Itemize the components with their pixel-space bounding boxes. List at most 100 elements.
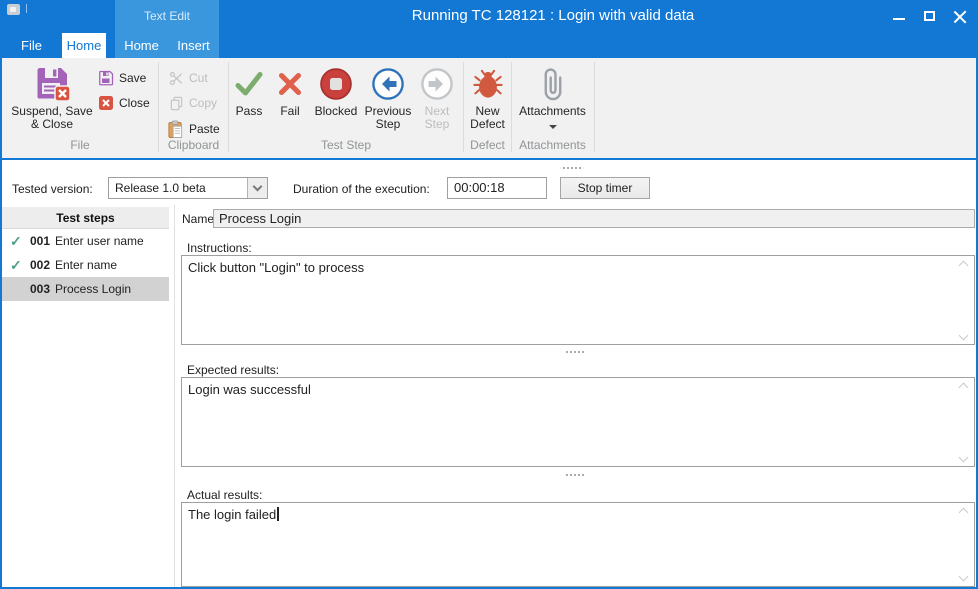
dropdown-caret-icon [549, 125, 557, 129]
test-steps-header: Test steps [2, 207, 169, 229]
blocked-button[interactable]: Blocked [311, 60, 361, 118]
ribbon-group-attachments: Attachments Attachments [512, 60, 593, 154]
paperclip-icon [542, 65, 564, 103]
step-number: 001 [30, 229, 50, 253]
previous-step-button[interactable]: Previous Step [361, 60, 415, 131]
step-number: 002 [30, 253, 50, 277]
copy-button-label: Copy [189, 96, 217, 110]
expected-results-label: Expected results: [187, 363, 279, 377]
contextual-tabs: Home Insert [115, 33, 219, 58]
scroll-up-icon[interactable] [959, 508, 969, 518]
instructions-label: Instructions: [187, 241, 252, 255]
floppy-icon [98, 70, 114, 86]
splitter-grip[interactable] [566, 351, 568, 353]
step-passed-check-icon: ✓ [10, 229, 22, 253]
close-button-label: Close [119, 96, 150, 110]
application-window: Text Edit Running TC 128121 : Login with… [0, 0, 978, 589]
group-label-clipboard: Clipboard [159, 138, 228, 152]
scroll-down-icon[interactable] [959, 572, 969, 582]
step-label: Enter name [55, 253, 117, 277]
duration-label: Duration of the execution: [293, 182, 430, 196]
next-step-button[interactable]: Next Step [415, 60, 459, 131]
group-label-attachments: Attachments [512, 138, 593, 152]
close-button[interactable] [944, 0, 974, 33]
splitter-grip[interactable] [566, 474, 568, 476]
step-passed-check-icon: ✓ [10, 253, 22, 277]
chevron-down-icon [253, 182, 263, 192]
pass-button[interactable]: Pass [229, 60, 269, 118]
red-x-icon [98, 95, 114, 111]
new-defect-label-line2: Defect [470, 118, 505, 131]
attachments-button-label: Attachments [519, 105, 586, 118]
execution-toolbar: Tested version: Release 1.0 beta Duratio… [0, 160, 978, 205]
test-steps-panel: Test steps ✓ 001 Enter user name ✓ 002 E… [2, 207, 169, 587]
step-row-003-selected[interactable]: 003 Process Login [2, 277, 169, 301]
window-border [0, 58, 2, 589]
copy-button[interactable]: Copy [169, 92, 217, 114]
group-label-test-step: Test Step [229, 138, 463, 152]
bug-icon [473, 65, 503, 103]
expected-results-text: Login was successful [188, 382, 311, 397]
ribbon-group-clipboard: Cut Copy Paste Clipboard [159, 60, 228, 154]
step-label: Process Login [55, 277, 131, 301]
next-step-label-line2: Step [425, 118, 450, 131]
tab-home-selected[interactable]: Home [62, 33, 106, 58]
app-icon[interactable] [7, 4, 20, 15]
duration-input[interactable]: 00:00:18 [447, 177, 547, 199]
save-button[interactable]: Save [98, 67, 146, 89]
splitter-grip[interactable] [563, 167, 565, 169]
titlebar-divider [26, 4, 27, 13]
tested-version-value: Release 1.0 beta [109, 181, 247, 195]
titlebar: Text Edit Running TC 128121 : Login with… [0, 0, 978, 33]
panel-splitter[interactable] [174, 205, 175, 587]
close-icon [953, 10, 966, 23]
paste-button[interactable]: Paste [167, 118, 220, 140]
group-label-defect: Defect [464, 138, 511, 152]
ribbon-group-test-step: Pass Fail Blocked [229, 60, 463, 154]
name-field[interactable]: Process Login [213, 209, 975, 228]
step-row-002[interactable]: ✓ 002 Enter name [2, 253, 169, 277]
window-controls [884, 0, 974, 33]
suspend-save-close-button[interactable]: Suspend, Save & Close [8, 62, 96, 138]
ribbon-group-file: Suspend, Save & Close Save Close [2, 60, 158, 154]
arrow-left-circle-icon [371, 65, 405, 103]
instructions-textarea[interactable]: Click button "Login" to process [181, 255, 975, 345]
minimize-icon [893, 18, 905, 20]
expected-results-textarea[interactable]: Login was successful [181, 377, 975, 467]
combo-dropdown-button[interactable] [247, 178, 267, 198]
window-title: Running TC 128121 : Login with valid dat… [412, 0, 694, 33]
new-defect-button[interactable]: New Defect [465, 60, 511, 131]
fail-button[interactable]: Fail [269, 60, 311, 118]
tested-version-combobox[interactable]: Release 1.0 beta [108, 177, 268, 199]
scissors-icon [169, 71, 184, 86]
ribbon: Suspend, Save & Close Save Close [0, 58, 978, 158]
text-cursor [277, 507, 278, 521]
cut-button[interactable]: Cut [169, 67, 208, 89]
main-area: Test steps ✓ 001 Enter user name ✓ 002 E… [0, 205, 978, 589]
ribbon-group-defect: New Defect Defect [464, 60, 511, 154]
scroll-down-icon[interactable] [959, 331, 969, 341]
group-label-file: File [2, 138, 158, 152]
scroll-down-icon[interactable] [959, 453, 969, 463]
maximize-button[interactable] [914, 0, 944, 33]
clipboard-icon [167, 120, 184, 139]
attachments-button[interactable]: Attachments [513, 60, 593, 129]
step-row-001[interactable]: ✓ 001 Enter user name [2, 229, 169, 253]
save-close-icon [33, 64, 71, 102]
scroll-up-icon[interactable] [959, 383, 969, 393]
contextual-tab-insert[interactable]: Insert [173, 33, 214, 58]
maximize-icon [924, 11, 935, 21]
step-number: 003 [30, 277, 50, 301]
stop-timer-button[interactable]: Stop timer [560, 177, 650, 199]
minimize-button[interactable] [884, 0, 914, 33]
actual-results-textarea[interactable]: The login failed [181, 502, 975, 587]
tab-file[interactable]: File [8, 33, 55, 58]
check-icon [233, 65, 265, 103]
scroll-up-icon[interactable] [959, 261, 969, 271]
ribbon-close-button[interactable]: Close [98, 92, 150, 114]
step-label: Enter user name [55, 229, 144, 253]
group-separator [594, 62, 595, 152]
cut-button-label: Cut [189, 71, 208, 85]
previous-step-label-line2: Step [365, 118, 412, 131]
contextual-tab-home[interactable]: Home [120, 33, 163, 58]
